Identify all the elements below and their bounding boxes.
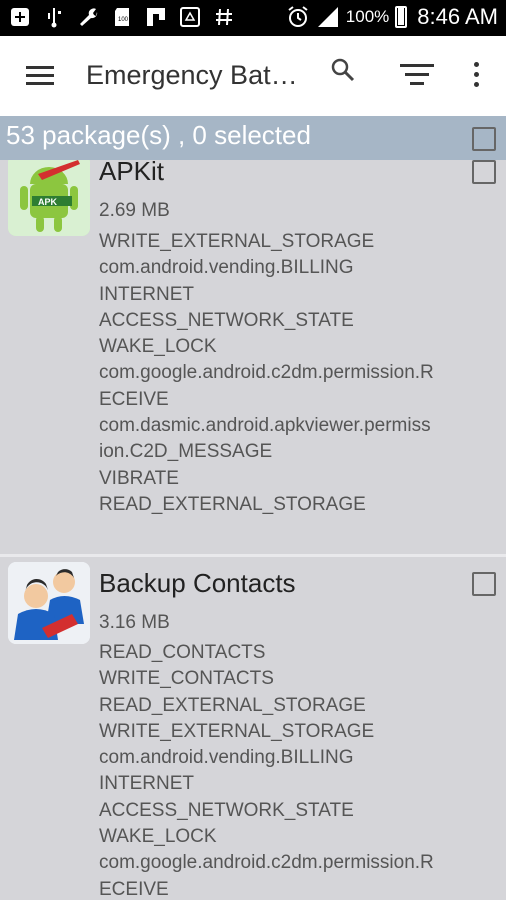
sd-card-icon: 100 bbox=[110, 6, 134, 30]
permission-item: READ_EXTERNAL_STORAGE bbox=[99, 694, 366, 716]
menu-icon[interactable] bbox=[26, 66, 54, 86]
permission-item: ion.C2D_MESSAGE bbox=[99, 441, 273, 463]
permission-item: WAKE_LOCK bbox=[99, 336, 217, 358]
notification-icons: 100 bbox=[8, 6, 236, 30]
permission-item: com.google.android.c2dm.permission.R bbox=[99, 362, 434, 384]
permission-item: READ_CONTACTS bbox=[99, 642, 266, 663]
package-list: APK APKit 2.69 MB WRITE_EXTERNAL_STORAGE… bbox=[0, 160, 506, 900]
permission-item: com.google.android.c2dm.permission.R bbox=[99, 852, 434, 874]
hash-icon bbox=[212, 6, 236, 30]
permission-item: ECEIVE bbox=[99, 388, 169, 410]
permission-list: READ_CONTACTS WRITE_CONTACTS READ_EXTERN… bbox=[99, 640, 505, 900]
usb-icon bbox=[42, 6, 66, 30]
battery-icon bbox=[395, 6, 408, 28]
permission-item: ACCESS_NETWORK_STATE bbox=[99, 799, 354, 821]
svg-text:100: 100 bbox=[118, 17, 129, 23]
svg-text:APK: APK bbox=[38, 197, 58, 207]
package-name: APKit bbox=[99, 160, 165, 186]
permission-item: ACCESS_NETWORK_STATE bbox=[99, 309, 354, 331]
apkit-android-icon: APK bbox=[8, 160, 90, 236]
list-item[interactable]: APK APKit 2.69 MB WRITE_EXTERNAL_STORAGE… bbox=[0, 160, 506, 554]
battery-percent: 100% bbox=[345, 7, 390, 26]
filter-icon[interactable] bbox=[400, 64, 434, 90]
selection-summary-bar: 53 package(s) , 0 selected bbox=[0, 116, 506, 160]
permission-item: INTERNET bbox=[99, 773, 194, 795]
clock: 8:46 AM bbox=[417, 4, 498, 29]
backup-contacts-icon bbox=[8, 562, 90, 644]
permission-item: VIBRATE bbox=[99, 467, 179, 489]
flipboard-icon bbox=[144, 6, 168, 30]
permission-item: INTERNET bbox=[99, 283, 194, 305]
package-checkbox[interactable] bbox=[472, 572, 496, 596]
permission-item: WRITE_EXTERNAL_STORAGE bbox=[99, 720, 375, 742]
permission-item: com.dasmic.android.apkviewer.permiss bbox=[99, 415, 431, 437]
more-vert-icon[interactable] bbox=[468, 62, 484, 92]
permission-item: WRITE_EXTERNAL_STORAGE bbox=[99, 231, 375, 252]
permission-item: com.android.vending.BILLING bbox=[99, 747, 354, 769]
permission-item: ECEIVE bbox=[99, 878, 169, 900]
permission-list: WRITE_EXTERNAL_STORAGE com.android.vendi… bbox=[99, 229, 505, 518]
add-box-icon bbox=[8, 6, 32, 30]
permission-item: WAKE_LOCK bbox=[99, 826, 217, 848]
list-divider bbox=[0, 554, 506, 557]
package-size: 2.69 MB bbox=[99, 200, 170, 221]
wrench-icon bbox=[76, 6, 100, 30]
alarm-icon bbox=[286, 5, 310, 29]
package-checkbox[interactable] bbox=[472, 160, 496, 184]
list-item[interactable]: Backup Contacts 3.16 MB READ_CONTACTS WR… bbox=[0, 560, 506, 900]
recycle-icon bbox=[178, 6, 202, 30]
package-size: 3.16 MB bbox=[99, 612, 170, 633]
permission-item: com.android.vending.BILLING bbox=[99, 257, 354, 279]
status-bar: 100 100% 8:46 AM bbox=[0, 0, 506, 36]
app-bar: Emergency Bat… bbox=[0, 36, 506, 116]
package-name: Backup Contacts bbox=[99, 568, 296, 598]
selection-summary: 53 package(s) , 0 selected bbox=[6, 120, 311, 150]
system-status: 100% 8:46 AM bbox=[286, 4, 498, 30]
signal-icon bbox=[316, 5, 340, 29]
search-icon[interactable] bbox=[328, 56, 360, 88]
permission-item: READ_EXTERNAL_STORAGE bbox=[99, 493, 366, 515]
app-title: Emergency Bat… bbox=[86, 60, 298, 90]
select-all-checkbox[interactable] bbox=[472, 127, 496, 151]
permission-item: WRITE_CONTACTS bbox=[99, 668, 274, 690]
